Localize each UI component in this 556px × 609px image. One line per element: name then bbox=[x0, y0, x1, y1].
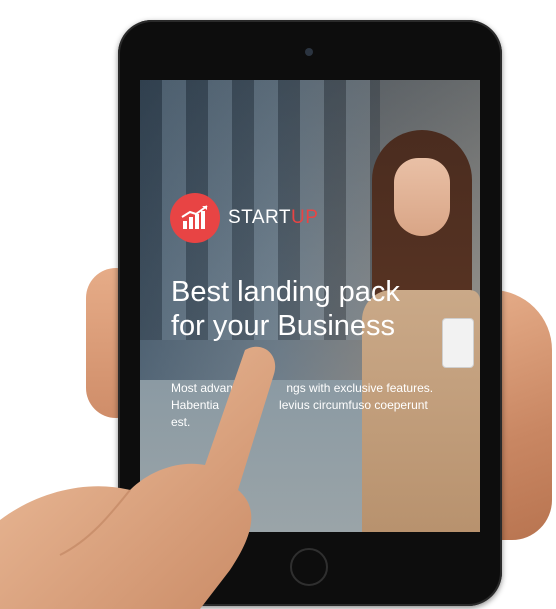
brand-logo[interactable]: STARTUP bbox=[170, 193, 318, 243]
hero-headline: Best landing pack for your Business bbox=[171, 276, 400, 342]
pointing-hand bbox=[0, 346, 276, 609]
brand-name: STARTUP bbox=[228, 207, 319, 228]
rising-chart-icon bbox=[170, 193, 220, 243]
front-camera bbox=[305, 48, 313, 56]
